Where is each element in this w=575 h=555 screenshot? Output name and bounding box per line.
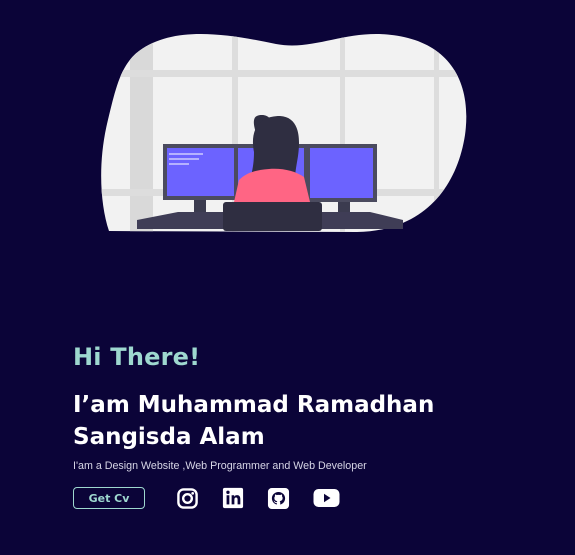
developer-name: I’am Muhammad Ramadhan Sangisda Alam	[73, 392, 435, 450]
github-icon	[267, 487, 290, 509]
youtube-icon	[313, 489, 340, 507]
developer-illustration	[100, 24, 472, 242]
youtube-link[interactable]	[313, 488, 340, 508]
linkedin-link[interactable]	[222, 487, 244, 509]
linkedin-icon	[222, 487, 244, 509]
hero-actions: Get Cv	[73, 485, 340, 511]
developer-tagline: I'am a Design Website ,Web Programmer an…	[73, 460, 367, 472]
get-cv-button[interactable]: Get Cv	[73, 487, 145, 509]
hero-section: Hi There! I’am Muhammad Ramadhan Sangisd…	[0, 0, 575, 555]
instagram-icon	[177, 487, 198, 509]
social-links	[176, 487, 340, 510]
developer-at-monitors-illustration	[101, 33, 467, 233]
greeting-heading: Hi There!	[73, 343, 201, 371]
instagram-link[interactable]	[176, 487, 199, 510]
get-cv-label: Get Cv	[88, 491, 130, 505]
github-link[interactable]	[267, 487, 290, 510]
